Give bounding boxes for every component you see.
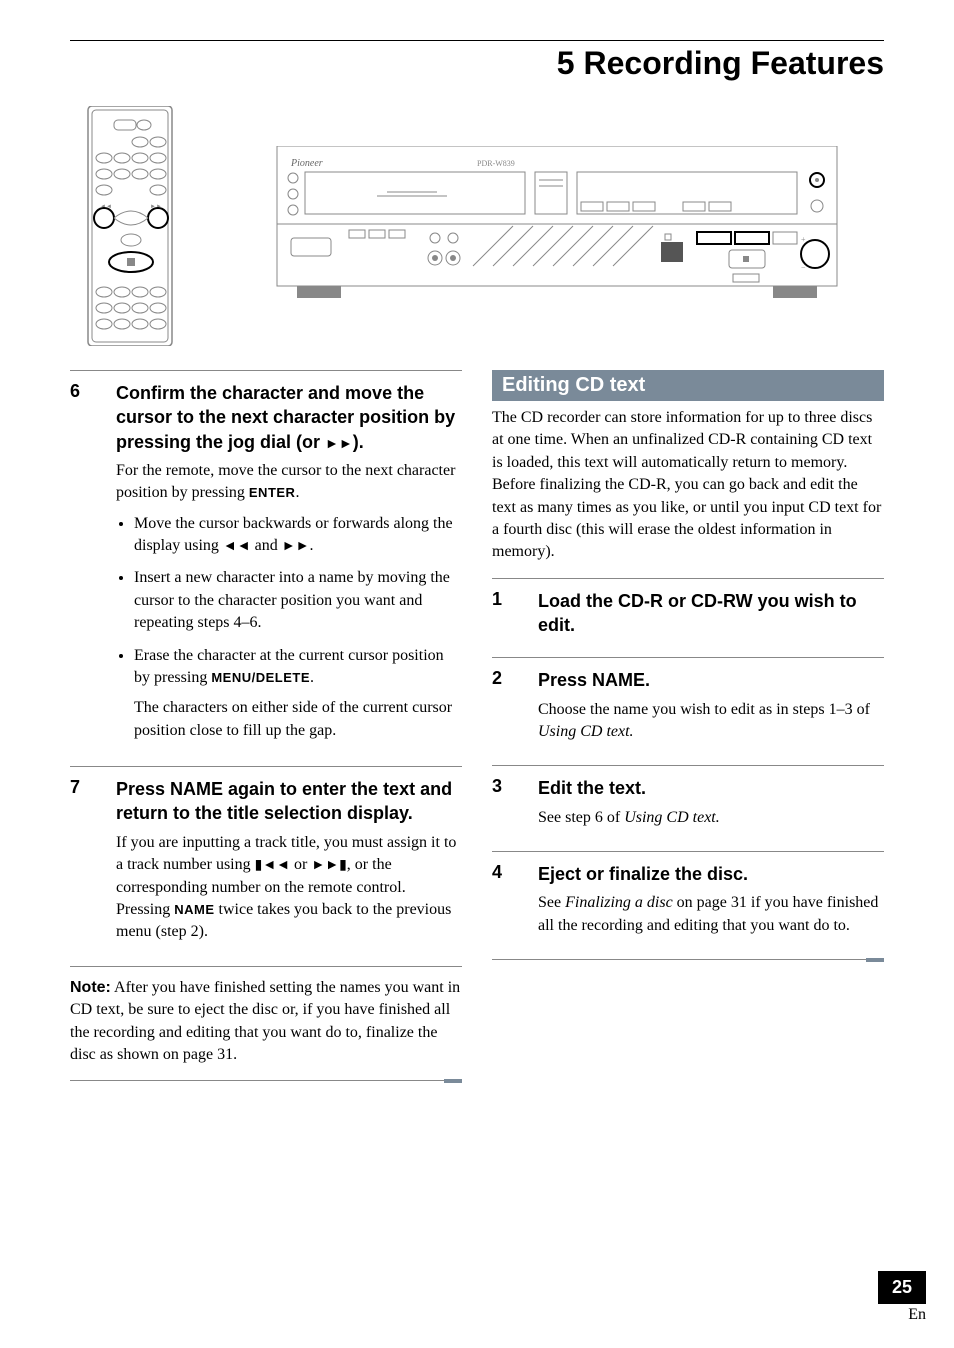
section-intro: The CD recorder can store information fo… <box>492 407 884 564</box>
r2a: Choose the name you wish to edit as in s… <box>538 701 870 718</box>
step6-text1: For the remote, move the cursor to the n… <box>116 460 462 505</box>
note-label: Note: <box>70 979 111 996</box>
next-track-icon: ►►▮ <box>311 856 346 872</box>
b3c: . <box>310 669 314 686</box>
r2i: Using CD text. <box>538 723 634 740</box>
step6-bullet-3: Erase the character at the current curso… <box>134 645 462 743</box>
page-language: En <box>878 1306 926 1324</box>
step-6: 6 Confirm the character and move the cur… <box>70 370 462 752</box>
rew-icon: ◄◄ <box>223 537 251 553</box>
step-r3: 3 Edit the text. See step 6 of Using CD … <box>492 765 884 837</box>
step-r1-head: Load the CD-R or CD-RW you wish to edit. <box>538 589 884 638</box>
right-column: Editing CD text The CD recorder can stor… <box>492 370 884 1084</box>
menu-delete-label: MENU/DELETE <box>211 670 310 685</box>
step-r4-text: See Finalizing a disc on page 31 if you … <box>538 892 884 937</box>
device-illustration: Pioneer PDR-W839 <box>230 146 884 306</box>
step6-head-b: ). <box>353 432 364 452</box>
remote-illustration: ◄◄ ►► <box>70 106 190 346</box>
step-r4: 4 Eject or finalize the disc. See Finali… <box>492 851 884 945</box>
step6-bullet-2: Insert a new character into a name by mo… <box>134 567 462 634</box>
illustration-row: ◄◄ ►► Pioneer PDR-W839 <box>70 106 884 346</box>
step-r3-head: Edit the text. <box>538 776 884 800</box>
note-block: Note: After you have finished setting th… <box>70 966 462 1067</box>
note-text: After you have finished setting the name… <box>70 979 460 1063</box>
step-r2-text: Choose the name you wish to edit as in s… <box>538 699 884 744</box>
header-rule <box>70 40 884 41</box>
step7-text: If you are inputting a track title, you … <box>116 832 462 944</box>
step-r2: 2 Press NAME. Choose the name you wish t… <box>492 657 884 751</box>
r4a: See <box>538 894 565 911</box>
page-footer: 25 En <box>878 1271 926 1324</box>
enter-label: ENTER <box>249 485 296 500</box>
section-title-bar: Editing CD text <box>492 370 884 401</box>
step-r4-head: Eject or finalize the disc. <box>538 862 884 886</box>
step-r1: 1 Load the CD-R or CD-RW you wish to edi… <box>492 578 884 644</box>
ff-icon: ►► <box>282 537 310 553</box>
ff-icon: ►► <box>325 435 353 451</box>
step6-bullets: Move the cursor backwards or forwards al… <box>116 513 462 743</box>
step-r2-head: Press NAME. <box>538 668 884 692</box>
s7b: or <box>290 856 311 873</box>
chapter-title: 5 Recording Features <box>70 45 884 82</box>
step-number: 7 <box>70 777 116 952</box>
step6-aftertext: The characters on either side of the cur… <box>134 697 462 742</box>
b1e: . <box>309 537 313 554</box>
step6-head-a: Confirm the character and move the curso… <box>116 383 455 452</box>
step-heading: Confirm the character and move the curso… <box>116 381 462 454</box>
step-7: 7 Press NAME again to enter the text and… <box>70 766 462 952</box>
device-brand: Pioneer <box>290 158 323 169</box>
name-label: NAME <box>174 902 214 917</box>
page-number: 25 <box>878 1271 926 1304</box>
section-end-mark <box>70 1080 462 1084</box>
step-number: 2 <box>492 668 538 751</box>
step-number: 6 <box>70 381 116 752</box>
step-r3-text: See step 6 of Using CD text. <box>538 807 884 829</box>
r4i: Finalizing a disc <box>565 894 673 911</box>
r3a: See step 6 of <box>538 809 624 826</box>
prev-track-icon: ▮◄◄ <box>255 856 290 872</box>
left-column: 6 Confirm the character and move the cur… <box>70 370 462 1084</box>
step-number: 3 <box>492 776 538 837</box>
r3i: Using CD text. <box>624 809 720 826</box>
device-model: PDR-W839 <box>477 159 515 168</box>
step6-text1c: . <box>295 484 299 501</box>
step7-heading: Press NAME again to enter the text and r… <box>116 777 462 826</box>
step-number: 4 <box>492 862 538 945</box>
step-number: 1 <box>492 589 538 644</box>
section-end-mark <box>492 959 884 963</box>
step6-bullet-1: Move the cursor backwards or forwards al… <box>134 513 462 558</box>
b1c: and <box>251 537 282 554</box>
